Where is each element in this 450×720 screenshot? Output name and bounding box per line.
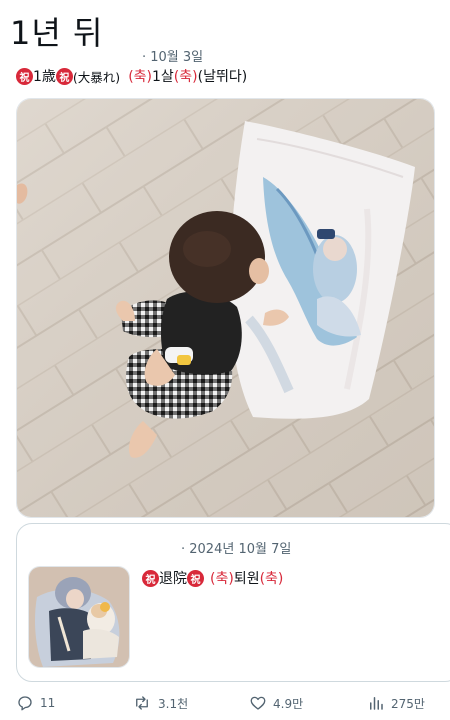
caption-discharge-jp: 退院 xyxy=(159,571,187,587)
views-chart-icon xyxy=(370,697,383,710)
like-count: 4.9만 xyxy=(273,696,304,711)
reply-button[interactable]: 11 xyxy=(16,694,55,712)
caption-chuk-open: (축) xyxy=(128,69,152,85)
views-count: 275만 xyxy=(391,696,425,711)
quoted-post-caption: 祝 退院 祝 (축) 퇴원 (축) xyxy=(142,568,283,588)
post-photo[interactable] xyxy=(16,98,435,518)
caption-age-jp: 1歳 xyxy=(33,69,56,85)
quoted-post-date: · 2024년 10월 7일 xyxy=(181,542,292,557)
reply-icon xyxy=(18,696,32,711)
reply-count: 11 xyxy=(40,696,56,710)
caption-age-kr: 1살 xyxy=(152,69,174,85)
caption-note-kr: (날뛰다) xyxy=(197,69,248,85)
repost-count: 3.1천 xyxy=(158,696,189,711)
caption-note-jp: (大暴れ) xyxy=(72,69,121,85)
caption-discharge-kr: 퇴원 xyxy=(233,571,260,587)
like-button[interactable]: 4.9만 xyxy=(249,694,303,712)
celebration-badge-icon: 祝 xyxy=(142,569,159,587)
quoted-post-thumbnail[interactable] xyxy=(28,566,130,668)
heart-icon xyxy=(250,696,266,710)
views-button[interactable]: 275만 xyxy=(367,694,425,712)
celebration-badge-icon: 祝 xyxy=(55,67,73,85)
caption-chuk-close: (축) xyxy=(173,69,198,85)
repost-icon xyxy=(136,696,148,710)
celebration-badge-icon: 祝 xyxy=(16,67,33,85)
post-caption: 祝 1歳 祝 (大暴れ) (축) 1살 (축) (날뛰다) xyxy=(16,66,247,86)
repost-button[interactable]: 3.1천 xyxy=(132,694,188,712)
caption-chuk-close: (축) xyxy=(259,571,284,587)
celebration-badge-icon: 祝 xyxy=(187,569,204,587)
page-heading: 1년 뒤 xyxy=(10,14,104,52)
post-date[interactable]: · 10월 3일 xyxy=(142,46,203,65)
post-action-bar: 11 3.1천 4.9만 275만 xyxy=(0,690,450,718)
caption-chuk-open: (축) xyxy=(210,571,234,587)
